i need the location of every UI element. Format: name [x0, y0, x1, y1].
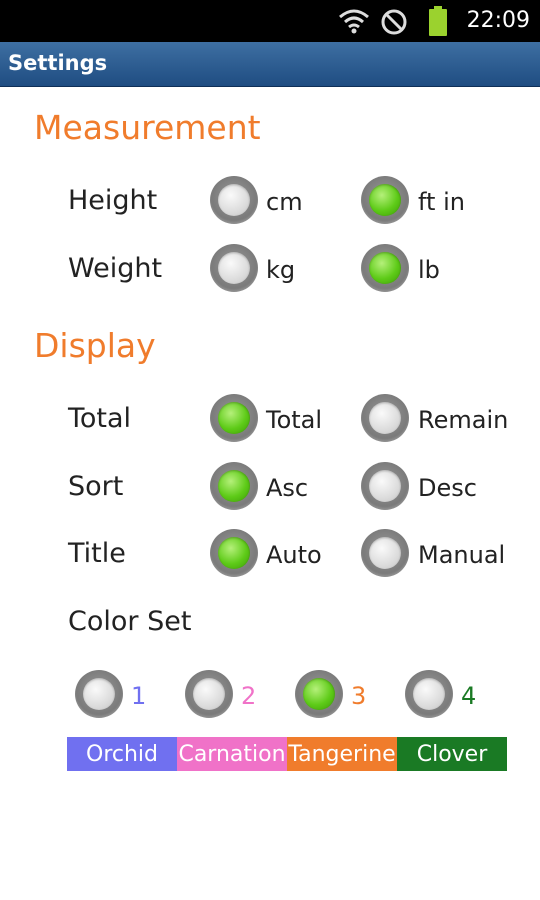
app-title: Settings: [8, 51, 108, 75]
color-set-label: Color Set: [68, 606, 192, 637]
total-remain-label: Remain: [418, 406, 509, 434]
total-total-label: Total: [266, 406, 323, 434]
sort-label: Sort: [68, 471, 124, 502]
sort-desc-radio[interactable]: [361, 462, 409, 510]
weight-label: Weight: [68, 253, 163, 284]
color-set-4-number: 4: [461, 682, 477, 710]
sort-desc-label: Desc: [418, 474, 477, 502]
clock: 22:09: [466, 8, 530, 33]
weight-kg-label: kg: [266, 256, 296, 284]
wifi-icon: [339, 9, 369, 34]
weight-kg-radio[interactable]: [210, 244, 258, 292]
height-label: Height: [68, 185, 158, 216]
color-set-3-radio[interactable]: [295, 670, 343, 718]
swatch-orchid: Orchid: [67, 737, 177, 771]
total-remain-radio[interactable]: [361, 394, 409, 442]
height-ftin-label: ft in: [418, 188, 465, 216]
sort-asc-radio[interactable]: [210, 462, 258, 510]
weight-lb-label: lb: [418, 256, 440, 284]
color-set-4-radio[interactable]: [405, 670, 453, 718]
battery-icon: [429, 6, 447, 36]
section-title-display: Display: [34, 326, 156, 365]
height-ftin-radio[interactable]: [361, 176, 409, 224]
weight-lb-radio[interactable]: [361, 244, 409, 292]
blocked-icon: [381, 9, 407, 35]
title-manual-label: Manual: [418, 541, 506, 569]
swatch-tangerine: Tangerine: [287, 737, 397, 771]
title-manual-radio[interactable]: [361, 529, 409, 577]
sort-asc-label: Asc: [266, 474, 309, 502]
title-label: Title: [68, 538, 126, 569]
color-set-1-number: 1: [131, 682, 147, 710]
height-cm-label: cm: [266, 188, 303, 216]
total-label: Total: [68, 403, 132, 434]
color-set-2-number: 2: [241, 682, 257, 710]
title-auto-radio[interactable]: [210, 529, 258, 577]
app-title-bar: Settings: [0, 42, 540, 87]
height-cm-radio[interactable]: [210, 176, 258, 224]
swatch-carnation: Carnation: [177, 737, 287, 771]
total-total-radio[interactable]: [210, 394, 258, 442]
section-title-measurement: Measurement: [34, 108, 261, 147]
status-bar: 22:09: [0, 0, 540, 42]
color-set-1-radio[interactable]: [75, 670, 123, 718]
color-set-3-number: 3: [351, 682, 367, 710]
color-set-2-radio[interactable]: [185, 670, 233, 718]
swatch-clover: Clover: [397, 737, 507, 771]
title-auto-label: Auto: [266, 541, 322, 569]
